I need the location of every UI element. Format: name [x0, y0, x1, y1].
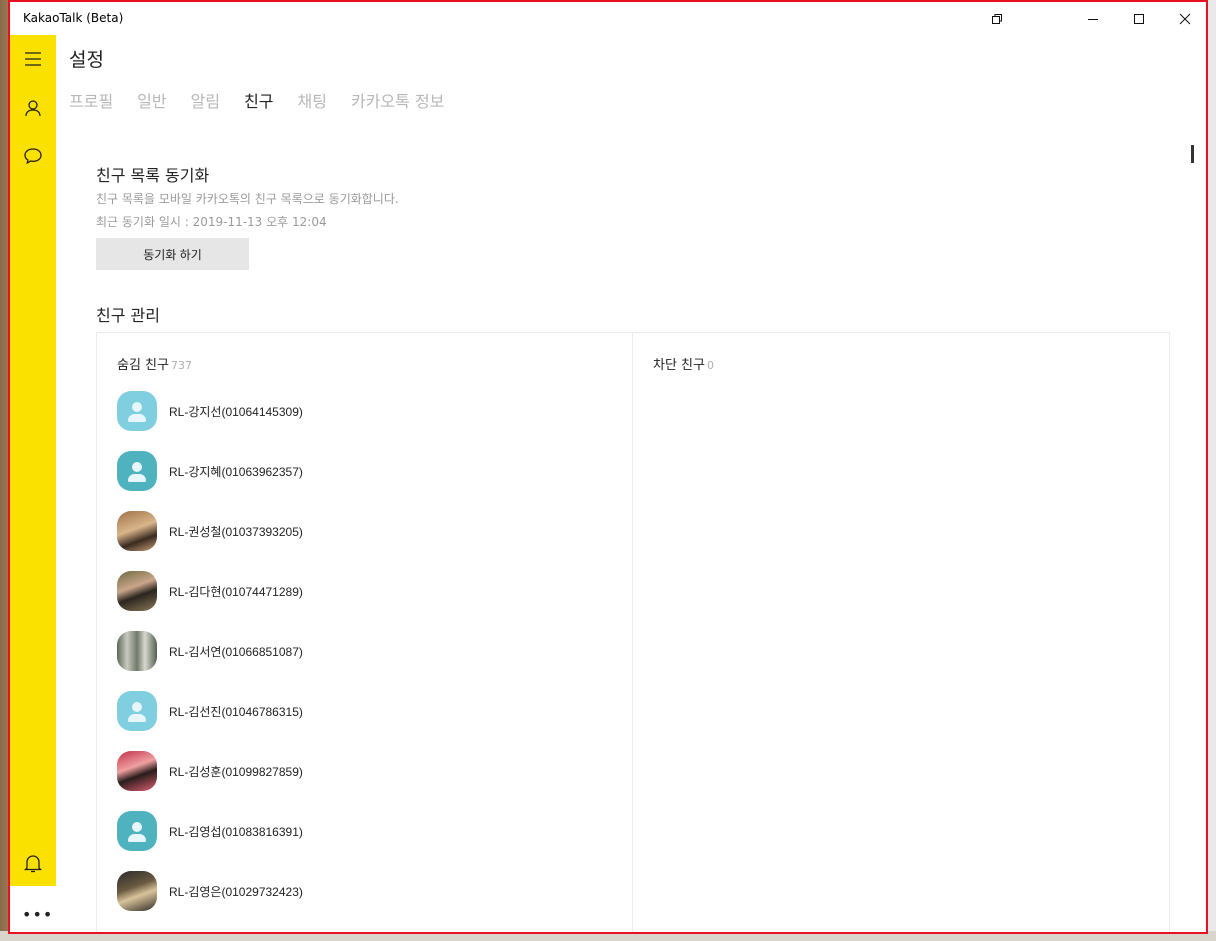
maximize-icon: [1134, 13, 1144, 24]
tab-profile[interactable]: 프로필: [69, 88, 113, 112]
avatar: [117, 451, 157, 491]
sync-description: 친구 목록을 모바일 카카오톡의 친구 목록으로 동기화합니다.: [96, 192, 399, 206]
settings-content: 설정 프로필 일반 알림 친구 채팅 카카오톡 정보 친구 목록 동기화 친구 …: [56, 35, 1206, 932]
hidden-friends-column[interactable]: 숨김 친구 737 RL-강지선(01064145309) RL-강지혜(0106…: [97, 333, 633, 932]
friend-list-item[interactable]: RL-김영섭(01083816391): [117, 811, 303, 851]
friend-list-item[interactable]: RL-강지혜(01063962357): [117, 451, 303, 491]
friend-list-item[interactable]: RL-권성철(01037393205): [117, 511, 303, 551]
scrollbar-thumb[interactable]: [1191, 145, 1194, 163]
minimize-button[interactable]: [1070, 2, 1116, 35]
friend-name: RL-권성철(01037393205): [169, 524, 303, 539]
sidebar: [10, 35, 56, 886]
blocked-friends-count: 0: [706, 359, 714, 372]
friend-list-item[interactable]: RL-김성훈(01099827859): [117, 751, 303, 791]
blocked-friends-label: 차단 친구: [653, 358, 705, 373]
manage-section-title: 친구 관리: [96, 306, 160, 325]
avatar: [117, 391, 157, 431]
bell-icon[interactable]: [22, 852, 44, 874]
page-title: 설정: [69, 49, 104, 71]
hidden-friends-label: 숨김 친구: [117, 358, 169, 373]
friend-name: RL-김다현(01074471289): [169, 584, 303, 599]
tab-notifications[interactable]: 알림: [191, 88, 220, 112]
friend-name: RL-김서연(01066851087): [169, 644, 303, 659]
avatar: [117, 751, 157, 791]
tab-kakaotalk-info[interactable]: 카카오톡 정보: [351, 88, 444, 112]
friend-name: RL-김영은(01029732423): [169, 884, 303, 899]
last-sync-time: 최근 동기화 일시 : 2019-11-13 오후 12:04: [96, 215, 327, 229]
kakaotalk-window: KakaoTalk (Beta) ••• 설정 프로필 일반 알림 친구 채팅 …: [8, 0, 1208, 934]
friend-management-panel: 숨김 친구 737 RL-강지선(01064145309) RL-강지혜(0106…: [96, 332, 1170, 932]
friend-list-item[interactable]: RL-김영은(01029732423): [117, 871, 303, 911]
window-title: KakaoTalk (Beta): [23, 11, 124, 25]
friend-list-item[interactable]: RL-김선진(01046786315): [117, 691, 303, 731]
avatar: [117, 631, 157, 671]
tab-general[interactable]: 일반: [137, 88, 166, 112]
hidden-friends-header: 숨김 친구 737: [117, 354, 192, 373]
blocked-friends-column[interactable]: 차단 친구 0: [633, 333, 1169, 932]
maximize-button[interactable]: [1116, 2, 1162, 35]
compact-overlay-icon: [992, 13, 1002, 24]
blocked-friends-header: 차단 친구 0: [653, 354, 714, 373]
friend-list-item[interactable]: RL-김서연(01066851087): [117, 631, 303, 671]
friends-icon[interactable]: [22, 97, 44, 119]
chat-icon[interactable]: [22, 145, 44, 167]
compact-overlay-button[interactable]: [974, 2, 1020, 35]
friend-list-item[interactable]: RL-강지선(01064145309): [117, 391, 303, 431]
close-button[interactable]: [1162, 2, 1206, 35]
friend-name: RL-김성훈(01099827859): [169, 764, 303, 779]
close-icon: [1179, 13, 1191, 24]
avatar: [117, 691, 157, 731]
friend-name: RL-김선진(01046786315): [169, 704, 303, 719]
hidden-friends-count: 737: [170, 359, 192, 372]
sync-section-title: 친구 목록 동기화: [96, 166, 210, 185]
friend-name: RL-강지선(01064145309): [169, 404, 303, 419]
friend-name: RL-김영섭(01083816391): [169, 824, 303, 839]
menu-icon[interactable]: [22, 48, 44, 70]
tab-friends[interactable]: 친구: [244, 88, 273, 112]
tab-chat[interactable]: 채팅: [298, 88, 327, 112]
settings-tabs: 프로필 일반 알림 친구 채팅 카카오톡 정보: [69, 88, 468, 112]
avatar: [117, 571, 157, 611]
minimize-icon: [1088, 18, 1098, 20]
avatar: [117, 871, 157, 911]
sync-button[interactable]: 동기화 하기: [96, 238, 249, 270]
avatar: [117, 511, 157, 551]
title-bar[interactable]: KakaoTalk (Beta): [10, 2, 1206, 35]
friend-list-item[interactable]: RL-김다현(01074471289): [117, 571, 303, 611]
friend-name: RL-강지혜(01063962357): [169, 464, 303, 479]
avatar: [117, 811, 157, 851]
more-icon[interactable]: •••: [22, 905, 53, 924]
